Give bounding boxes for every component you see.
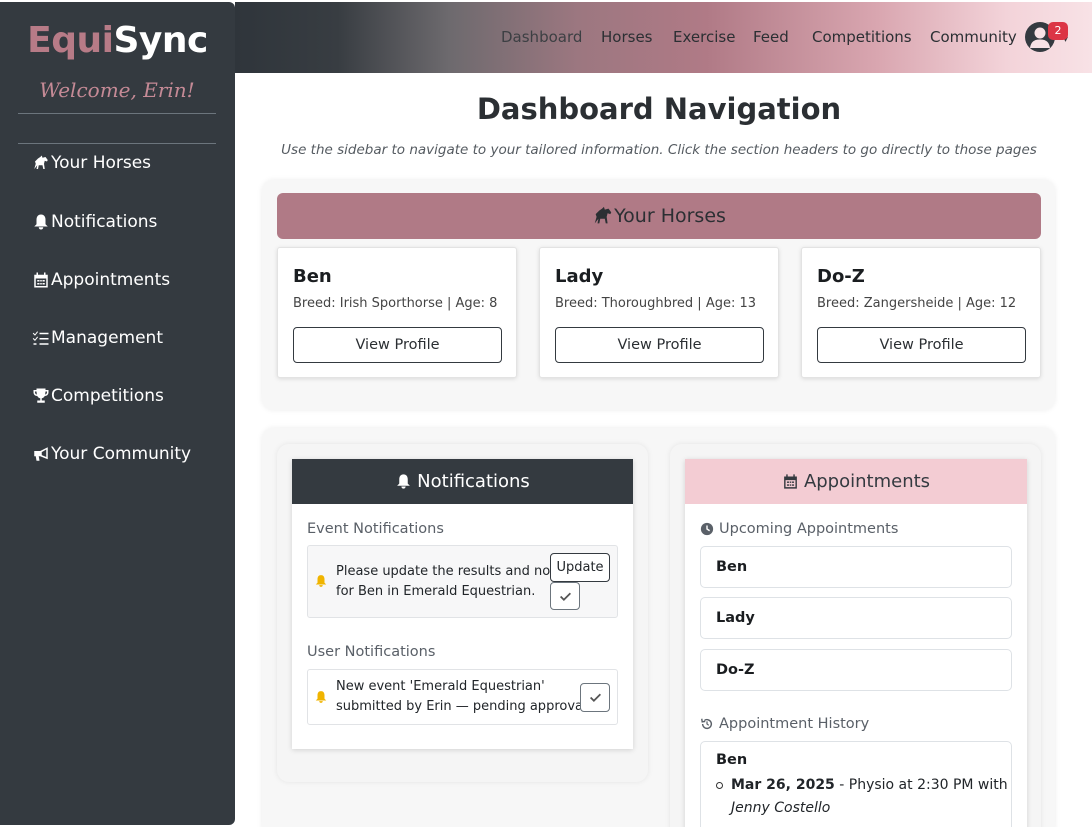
- your-horses-header-label: Your Horses: [614, 205, 726, 227]
- check-icon: [559, 592, 571, 601]
- upcoming-appointment-item[interactable]: Do-Z: [700, 649, 1012, 691]
- sidebar-item-label: Your Horses: [51, 153, 152, 173]
- update-button[interactable]: Update: [550, 553, 610, 582]
- sidebar-item-label: Competitions: [51, 386, 164, 406]
- view-profile-button[interactable]: View Profile: [555, 327, 764, 363]
- calendar-icon: [784, 474, 797, 489]
- event-notifications-label: Event Notifications: [307, 521, 444, 537]
- horse-icon: [34, 155, 48, 169]
- sidebar-item-label: Your Community: [51, 444, 192, 464]
- horse-icon: [594, 206, 612, 224]
- list-bullet: [716, 782, 723, 789]
- sidebar-item-management[interactable]: Management: [32, 325, 163, 351]
- bell-icon: [34, 214, 48, 230]
- history-date: Mar 26, 2025: [731, 777, 835, 793]
- bell-icon: [397, 474, 411, 489]
- sidebar-item-appointments[interactable]: Appointments: [32, 267, 170, 293]
- appointment-history-label: Appointment History: [719, 716, 870, 732]
- nav-link-exercise[interactable]: Exercise: [673, 28, 735, 46]
- notifications-header[interactable]: Notifications: [292, 459, 633, 504]
- trophy-icon: [33, 388, 49, 403]
- event-notification-line2: for Ben in Emerald Equestrian.: [336, 584, 536, 599]
- horse-info: Breed: Thoroughbred | Age: 13: [555, 296, 757, 311]
- history-description: - Physio at 2:30 PM with: [834, 777, 1008, 793]
- horse-name: Lady: [555, 266, 604, 287]
- page-subtitle: Use the sidebar to navigate to your tail…: [281, 142, 1037, 158]
- check-icon: [589, 693, 601, 703]
- horse-info: Breed: Irish Sporthorse | Age: 8: [293, 296, 498, 311]
- welcome-message: Welcome, Erin!: [39, 78, 195, 102]
- brand-part-equi: Equi: [27, 20, 114, 61]
- nav-link-dashboard[interactable]: Dashboard: [501, 28, 582, 46]
- nav-link-competitions[interactable]: Competitions: [812, 28, 912, 46]
- upcoming-appointments-label: Upcoming Appointments: [719, 521, 899, 537]
- notifications-header-label: Notifications: [417, 471, 530, 492]
- sidebar-item-label: Management: [51, 328, 163, 348]
- sidebar-divider: [18, 113, 216, 114]
- sidebar-item-your-horses[interactable]: Your Horses: [32, 150, 151, 176]
- sidebar: EquiSync Welcome, Erin! Your Horses Noti…: [0, 2, 235, 825]
- horse-card: Do-Z Breed: Zangersheide | Age: 12 View …: [801, 247, 1041, 378]
- nav-link-horses[interactable]: Horses: [601, 28, 652, 46]
- appointment-history-heading: Appointment History: [700, 716, 869, 732]
- horse-card: Lady Breed: Thoroughbred | Age: 13 View …: [539, 247, 779, 378]
- nav-link-community[interactable]: Community: [930, 28, 1017, 46]
- horse-name: Do-Z: [817, 266, 865, 287]
- bell-icon: [315, 691, 327, 703]
- horse-card: Ben Breed: Irish Sporthorse | Age: 8 Vie…: [277, 247, 517, 378]
- history-icon: [701, 718, 713, 730]
- sidebar-item-competitions[interactable]: Competitions: [32, 383, 164, 409]
- notification-count-badge: 2: [1048, 22, 1068, 40]
- event-notification-line1: Please update the results and notes: [336, 564, 571, 579]
- upcoming-appointments-heading: Upcoming Appointments: [700, 521, 898, 537]
- megaphone-icon: [34, 447, 48, 461]
- sidebar-item-notifications[interactable]: Notifications: [32, 209, 157, 235]
- view-profile-button[interactable]: View Profile: [817, 327, 1026, 363]
- your-horses-header[interactable]: Your Horses: [277, 193, 1041, 239]
- user-notification-line1: New event 'Emerald Equestrian': [336, 679, 545, 694]
- user-notifications-label: User Notifications: [307, 644, 436, 660]
- appointments-header[interactable]: Appointments: [685, 459, 1027, 504]
- history-entry: Mar 26, 2025 - Physio at 2:30 PM with: [731, 777, 1008, 793]
- bell-icon: [315, 575, 327, 587]
- calendar-icon: [34, 272, 48, 288]
- upcoming-appointment-item[interactable]: Ben: [700, 546, 1012, 588]
- history-horse-name: Ben: [716, 752, 748, 768]
- history-person: Jenny Costello: [731, 800, 831, 816]
- appointments-header-label: Appointments: [803, 471, 931, 492]
- horse-name: Ben: [293, 266, 332, 287]
- dismiss-button[interactable]: [550, 582, 580, 610]
- nav-link-feed[interactable]: Feed: [753, 28, 789, 46]
- clock-icon: [700, 522, 714, 536]
- upcoming-appointment-item[interactable]: Lady: [700, 597, 1012, 639]
- sidebar-divider: [18, 143, 216, 144]
- page-title: Dashboard Navigation: [476, 92, 842, 126]
- sidebar-item-label: Notifications: [51, 212, 158, 232]
- sidebar-item-label: Appointments: [51, 270, 171, 290]
- list-check-icon: [32, 331, 49, 345]
- horse-info: Breed: Zangersheide | Age: 12: [817, 296, 1017, 311]
- sidebar-item-your-community[interactable]: Your Community: [32, 441, 191, 467]
- user-notification-line2: submitted by Erin — pending approval.: [336, 699, 591, 714]
- brand-logo[interactable]: EquiSync: [0, 20, 235, 61]
- brand-part-sync: Sync: [113, 20, 208, 61]
- dismiss-button[interactable]: [580, 683, 610, 712]
- view-profile-button[interactable]: View Profile: [293, 327, 502, 363]
